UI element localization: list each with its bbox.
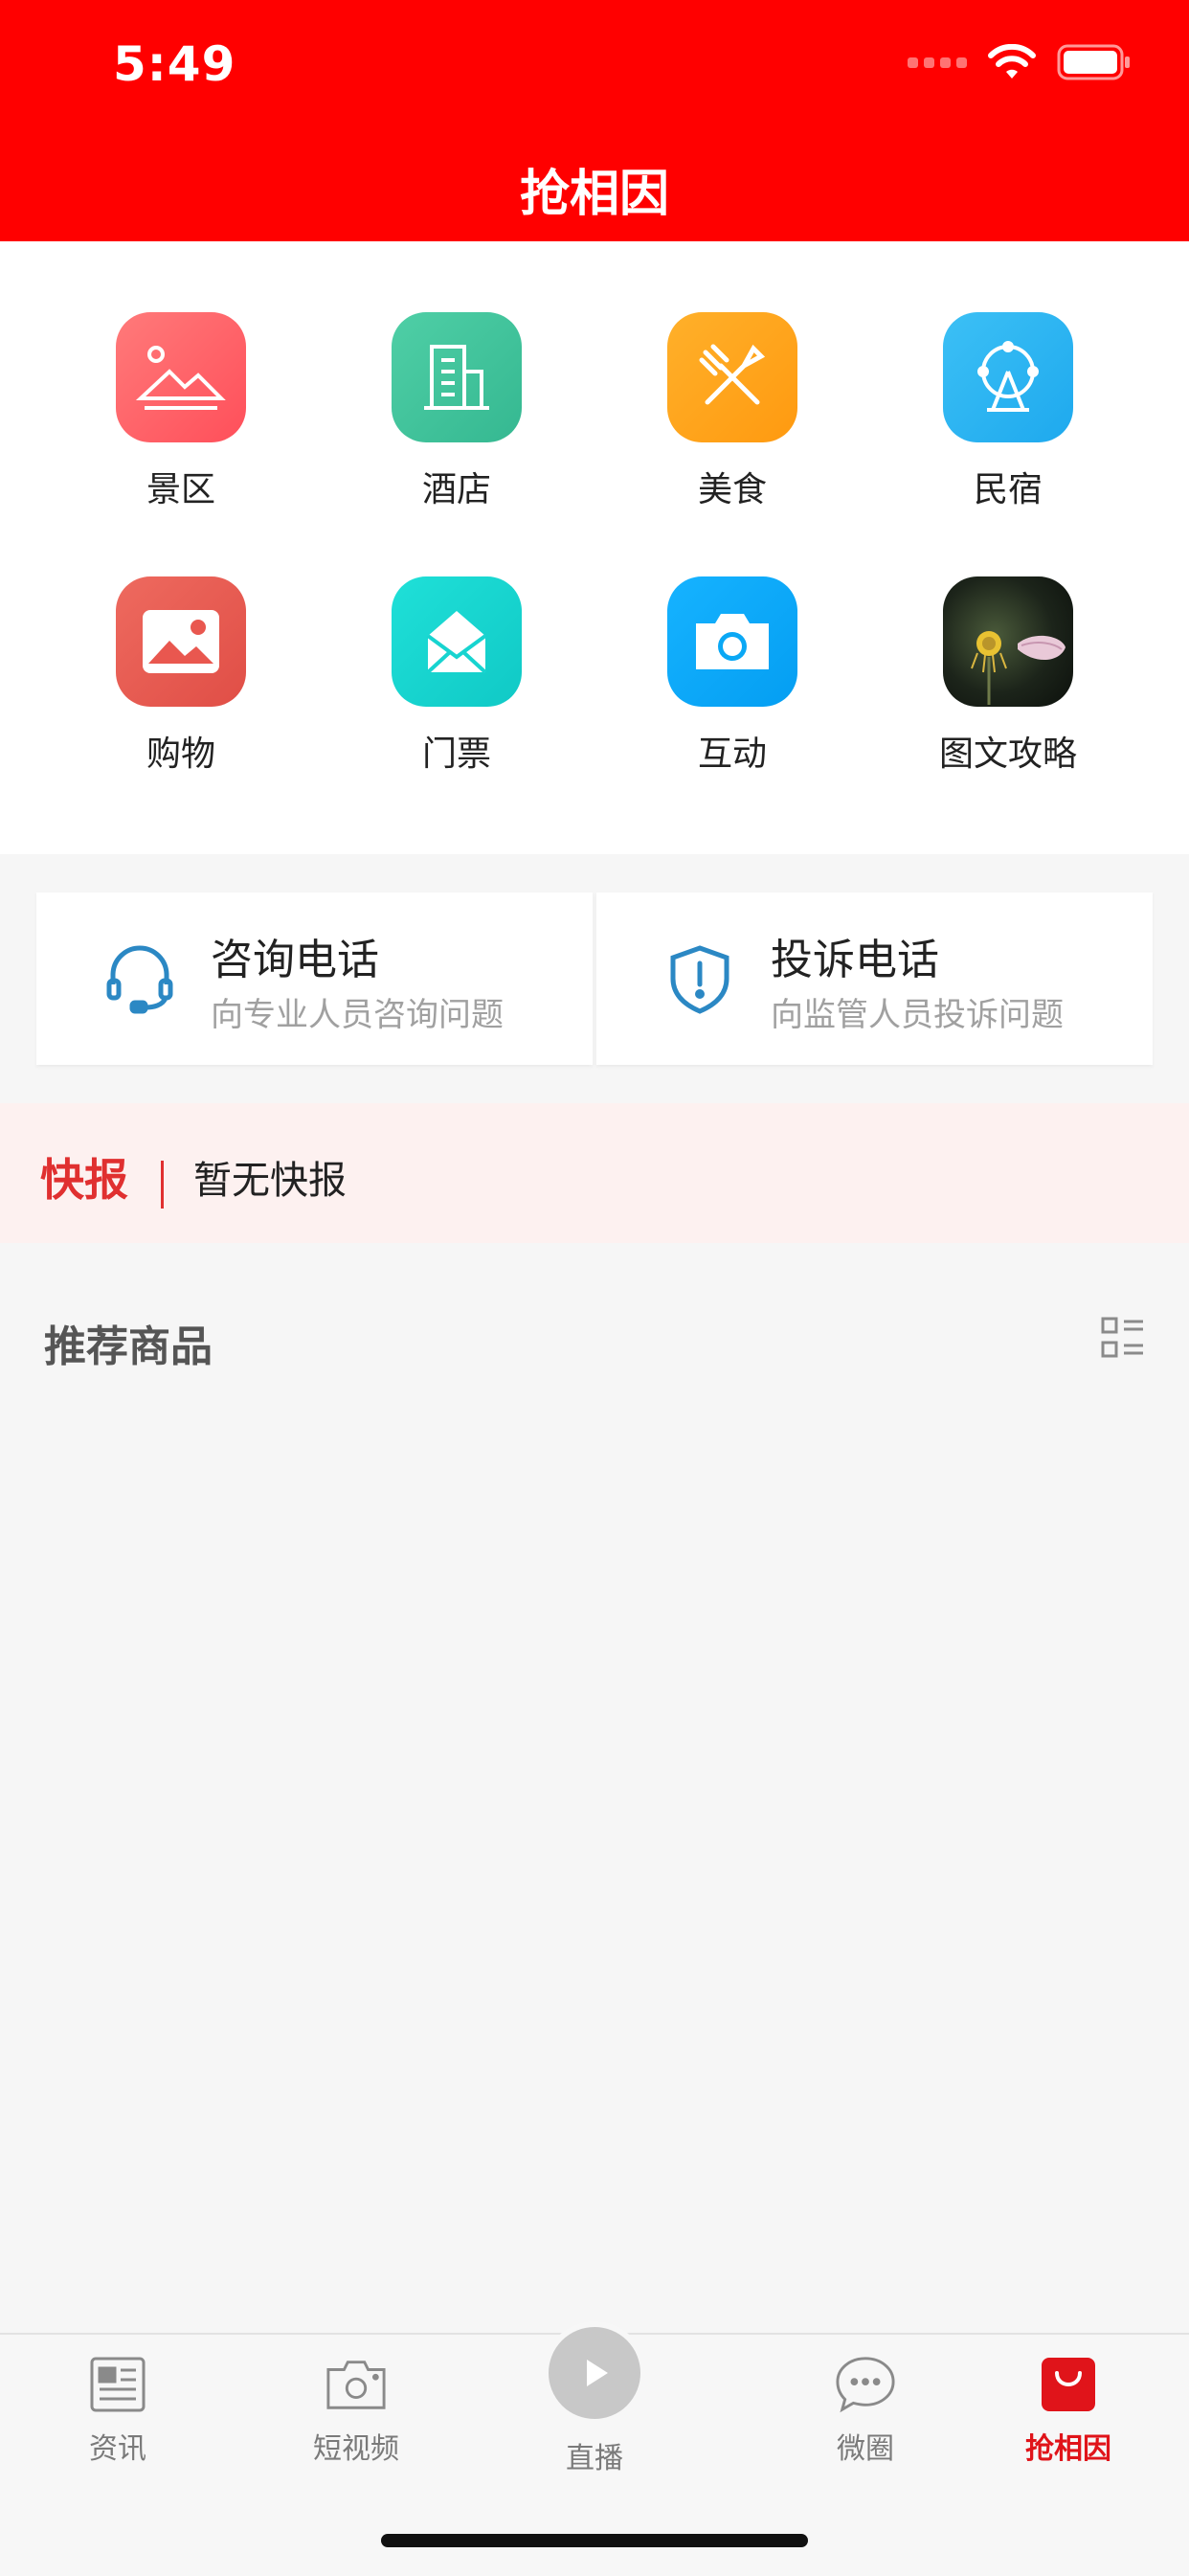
tab-shop[interactable]: 抢相因 <box>992 2354 1145 2467</box>
lotus-photo-icon <box>943 576 1073 707</box>
news-text: 暂无快报 <box>193 1159 347 1203</box>
contact-subtitle: 向监管人员投诉问题 <box>771 996 1064 1034</box>
contact-subtitle: 向专业人员咨询问题 <box>211 996 504 1034</box>
category-label: 民宿 <box>973 470 1043 509</box>
tab-label: 直播 <box>566 2442 623 2475</box>
category-homestay[interactable]: 民宿 <box>903 312 1113 511</box>
category-hotel[interactable]: 酒店 <box>351 312 562 511</box>
status-icons <box>908 44 1132 80</box>
news-label: 快报 <box>40 1154 128 1206</box>
section-title: 推荐商品 <box>44 1322 213 1371</box>
ferris-wheel-icon <box>943 312 1073 442</box>
landscape-icon <box>116 312 246 442</box>
category-label: 酒店 <box>421 470 491 509</box>
tab-circle[interactable]: 微圈 <box>789 2354 942 2467</box>
tab-label: 短视频 <box>313 2432 399 2466</box>
shield-alert-icon <box>670 945 729 1014</box>
app-header: 5:49 抢相因 <box>0 0 1189 241</box>
category-label: 美食 <box>697 470 767 509</box>
complaint-phone-card[interactable]: 投诉电话 向监管人员投诉问题 <box>596 893 1153 1065</box>
tab-short-video[interactable]: 短视频 <box>280 2354 433 2467</box>
tab-news[interactable]: 资讯 <box>41 2354 194 2467</box>
consult-phone-card[interactable]: 咨询电话 向专业人员咨询问题 <box>36 893 593 1065</box>
home-indicator <box>381 2534 808 2547</box>
utensils-icon <box>667 312 797 442</box>
image-icon <box>116 576 246 707</box>
category-interaction[interactable]: 互动 <box>627 576 838 776</box>
camera-icon <box>325 2354 387 2415</box>
category-scenic[interactable]: 景区 <box>76 312 286 511</box>
category-food[interactable]: 美食 <box>627 312 838 511</box>
contact-row: 咨询电话 向专业人员咨询问题 投诉电话 向监管人员投诉问题 <box>36 893 1153 1065</box>
chat-bubble-icon <box>835 2354 896 2415</box>
category-label: 互动 <box>697 734 767 774</box>
tab-live[interactable]: 直播 <box>518 2321 671 2476</box>
cellular-signal-icon <box>908 56 967 68</box>
news-divider <box>161 1161 164 1209</box>
category-label: 图文攻略 <box>938 734 1077 774</box>
envelope-icon <box>392 576 522 707</box>
category-tickets[interactable]: 门票 <box>351 576 562 776</box>
category-shopping[interactable]: 购物 <box>76 576 286 776</box>
tab-label: 微圈 <box>837 2432 894 2466</box>
category-label: 景区 <box>146 470 215 509</box>
tab-label: 资讯 <box>89 2432 146 2466</box>
camera-icon <box>667 576 797 707</box>
contact-title: 咨询电话 <box>211 936 379 984</box>
battery-icon <box>1057 44 1130 80</box>
status-time: 5:49 <box>113 36 236 92</box>
list-view-icon[interactable] <box>1101 1316 1145 1360</box>
page-title: 抢相因 <box>519 166 669 223</box>
tab-label: 抢相因 <box>1025 2432 1111 2466</box>
category-guides[interactable]: 图文攻略 <box>903 576 1113 776</box>
category-label: 购物 <box>146 734 215 774</box>
wifi-icon <box>988 44 1036 79</box>
building-icon <box>392 312 522 442</box>
category-grid: 景区 酒店 美食 民宿 购物 门票 互动 图文攻略 <box>0 241 1189 854</box>
news-ticker[interactable]: 快报 暂无快报 <box>0 1103 1189 1243</box>
shopping-bag-icon <box>1038 2354 1099 2415</box>
headset-icon <box>106 945 173 1014</box>
category-label: 门票 <box>421 734 491 774</box>
contact-title: 投诉电话 <box>771 936 939 984</box>
newspaper-icon <box>87 2354 148 2415</box>
play-icon <box>543 2321 646 2425</box>
